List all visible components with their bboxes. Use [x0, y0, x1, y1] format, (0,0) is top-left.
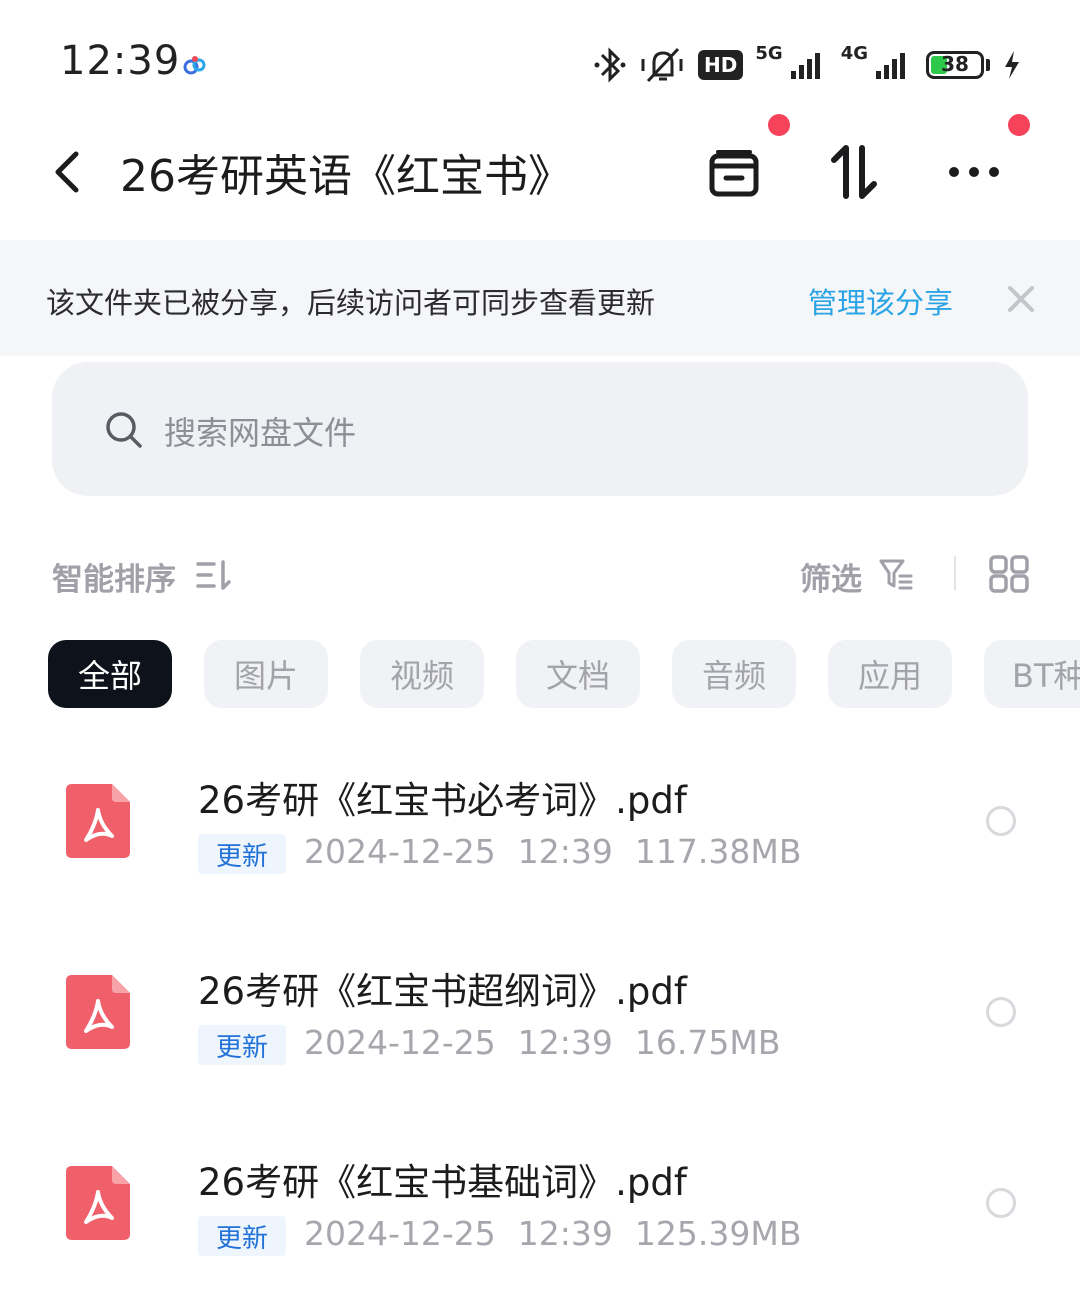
file-name: 26考研《红宝书必考词》.pdf [198, 779, 687, 822]
up-down-arrows-icon [831, 145, 877, 199]
file-date: 2024-12-25 [304, 1214, 496, 1253]
filter-icon[interactable] [878, 556, 914, 592]
network-5g-label: 5G [755, 42, 783, 64]
hd-badge: HD [698, 50, 744, 80]
bluetooth-icon [594, 47, 626, 83]
update-tag: 更新 [198, 1216, 286, 1256]
filter-button[interactable]: 筛选 [800, 554, 862, 599]
update-tag: 更新 [198, 1025, 286, 1065]
archive-box-icon [709, 150, 759, 197]
file-row[interactable]: 26考研《红宝书超纲词》.pdf 更新 2024-12-25 12:39 16.75… [0, 921, 1080, 1111]
signal-5g-icon [790, 53, 820, 79]
file-size: 16.75MB [634, 1023, 781, 1062]
more-horizontal-icon [949, 167, 999, 177]
file-time: 12:39 [517, 1023, 613, 1062]
category-all[interactable]: 全部 [48, 640, 172, 708]
pdf-file-icon [66, 784, 130, 858]
category-documents[interactable]: 文档 [516, 640, 640, 708]
more-button[interactable] [942, 140, 1006, 204]
select-checkbox[interactable] [986, 806, 1016, 836]
status-icons: HD 5G 4G 38 [592, 40, 1022, 90]
update-tag: 更新 [198, 834, 286, 874]
file-size: 117.38MB [634, 832, 802, 871]
manage-share-link[interactable]: 管理该分享 [808, 280, 953, 322]
charging-bolt-icon [1005, 51, 1019, 79]
cloud-sync-icon [183, 56, 206, 75]
mute-vibrate-icon [641, 47, 683, 83]
select-checkbox[interactable] [986, 1188, 1016, 1218]
category-tabs: 全部 图片 视频 文档 音频 应用 BT种子 [48, 640, 1080, 708]
category-apps[interactable]: 应用 [828, 640, 952, 708]
archive-notification-dot [768, 114, 790, 136]
signal-4g-icon [876, 53, 905, 79]
close-icon[interactable] [1004, 282, 1038, 316]
pdf-file-icon [66, 1166, 130, 1240]
more-notification-dot [1008, 114, 1030, 136]
sort-button[interactable]: 智能排序 [52, 554, 176, 599]
toolbar-divider [954, 556, 956, 590]
file-date: 2024-12-25 [304, 832, 496, 871]
file-row[interactable]: 26考研《红宝书基础词》.pdf 更新 2024-12-25 12:39 125.3… [0, 1112, 1080, 1302]
file-date: 2024-12-25 [304, 1023, 496, 1062]
share-banner-text: 该文件夹已被分享，后续访问者可同步查看更新 [46, 286, 656, 320]
archive-button[interactable] [702, 140, 766, 204]
battery-icon: 38 [926, 51, 984, 79]
file-time: 12:39 [517, 1214, 613, 1253]
network-4g-label: 4G [840, 42, 868, 64]
page-title: 26考研英语《红宝书》 [120, 151, 572, 202]
file-size: 125.39MB [634, 1214, 802, 1253]
file-name: 26考研《红宝书基础词》.pdf [198, 1161, 687, 1204]
category-audio[interactable]: 音频 [672, 640, 796, 708]
category-images[interactable]: 图片 [204, 640, 328, 708]
grid-view-icon[interactable] [988, 554, 1030, 594]
transfer-button[interactable] [822, 140, 886, 204]
search-placeholder: 搜索网盘文件 [164, 414, 357, 452]
category-bt[interactable]: BT种子 [984, 640, 1080, 708]
back-icon[interactable] [48, 148, 88, 196]
select-checkbox[interactable] [986, 997, 1016, 1027]
search-icon [106, 412, 142, 448]
sort-icon[interactable] [196, 558, 232, 592]
category-videos[interactable]: 视频 [360, 640, 484, 708]
battery-level: 38 [941, 52, 969, 76]
file-meta: 2024-12-25 12:39 117.38MB [304, 832, 801, 871]
status-time: 12:39 [60, 38, 181, 84]
file-row[interactable]: 26考研《红宝书必考词》.pdf 更新 2024-12-25 12:39 117.3… [0, 730, 1080, 920]
battery-cap [986, 59, 990, 71]
file-meta: 2024-12-25 12:39 16.75MB [304, 1023, 780, 1062]
file-name: 26考研《红宝书超纲词》.pdf [198, 970, 687, 1013]
pdf-file-icon [66, 975, 130, 1049]
file-meta: 2024-12-25 12:39 125.39MB [304, 1214, 801, 1253]
file-time: 12:39 [517, 832, 613, 871]
